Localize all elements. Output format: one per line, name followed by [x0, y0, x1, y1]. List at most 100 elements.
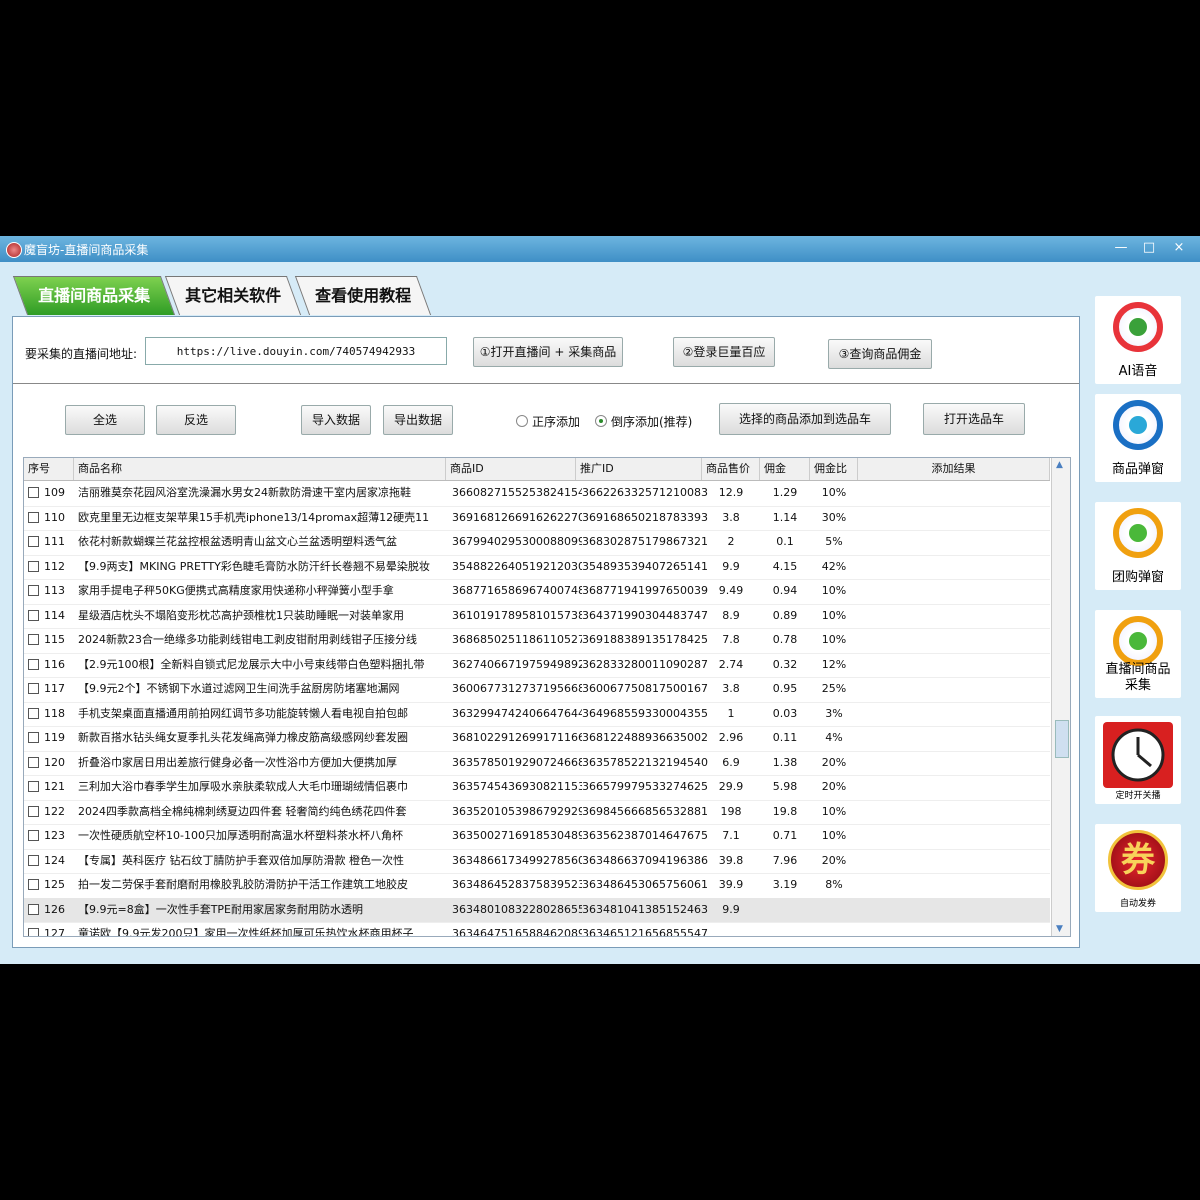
table-row[interactable]: 109 洁丽雅莫奈花园风浴室洗澡漏水男女24新款防滑速干室内居家凉拖鞋 366082… — [24, 481, 1050, 507]
close-button[interactable]: × — [1168, 238, 1190, 258]
table-row[interactable]: 111 依花村新款蝴蝶兰花盆控根盆透明青山盆文心兰盆透明塑料透气盆 36799402… — [24, 530, 1050, 556]
side-app-ai-voice[interactable]: AI语音 — [1095, 296, 1181, 384]
vertical-scrollbar[interactable]: ▲ ▼ — [1051, 458, 1070, 936]
cell-commission: 4.15 — [772, 559, 798, 573]
login-baiying-button[interactable]: ②登录巨量百应 — [673, 337, 775, 367]
row-checkbox[interactable] — [28, 634, 39, 645]
side-app-live-collect[interactable]: 直播间商品采集 — [1095, 610, 1181, 698]
cell-price: 7.1 — [722, 829, 740, 842]
cell-index: 119 — [44, 731, 65, 744]
side-app-clock[interactable]: 定时开关播 — [1095, 716, 1181, 804]
row-checkbox[interactable] — [28, 658, 39, 670]
scroll-up-icon[interactable]: ▲ — [1056, 460, 1066, 470]
row-checkbox[interactable] — [28, 707, 39, 719]
header-cell-index[interactable]: 序号 — [24, 458, 74, 480]
row-checkbox[interactable] — [28, 903, 39, 915]
row-checkbox[interactable] — [28, 756, 39, 768]
row-checkbox[interactable] — [28, 560, 39, 572]
table-row[interactable]: 127 童诺欧【9.9元发200只】家用一次性纸杯加厚可乐热饮水杯商用杯子 3634… — [24, 922, 1050, 937]
cell-promo-id: 3681224889366350020 — [582, 731, 708, 744]
header-cell-commission[interactable]: 佣金 — [760, 458, 810, 480]
url-input[interactable]: https://live.douyin.com/740574942933 — [145, 337, 447, 365]
query-commission-button[interactable]: ③查询商品佣金 — [828, 339, 932, 369]
table-row[interactable]: 112 【9.9两支】MKING PRETTY彩色睫毛膏防水防汗纤长卷翘不易晕染脱… — [24, 555, 1050, 580]
tab-tutorial[interactable]: 查看使用教程 — [294, 276, 432, 315]
header-cell-result[interactable]: 添加结果 — [858, 458, 1050, 480]
header-cell-commission-rate[interactable]: 佣金比 — [810, 458, 858, 480]
header-cell-name[interactable]: 商品名称 — [74, 458, 446, 480]
header-cell-promo-id[interactable]: 推广ID — [576, 458, 702, 480]
table-row[interactable]: 117 【9.9元2个】不锈钢下水道过滤网卫生间洗手盆厨房防堵塞地漏网 360067… — [24, 677, 1050, 703]
table-row[interactable]: 115 2024新款23合一绝缘多功能剥线钳电工剥皮钳耐用剥线钳子压接分线 3686… — [24, 628, 1050, 654]
row-checkbox[interactable] — [28, 732, 39, 743]
row-checkbox[interactable] — [28, 928, 39, 936]
cell-product-id: 3687716586967400748 — [452, 584, 582, 597]
cell-index: 110 — [44, 510, 65, 524]
row-checkbox[interactable] — [28, 805, 39, 817]
table-row[interactable]: 122 2024四季款高档全棉纯棉刺绣夏边四件套 轻奢简约纯色绣花四件套 36352… — [24, 800, 1050, 825]
cell-product-id: 3632994742406647644 — [452, 706, 582, 720]
row-checkbox[interactable] — [28, 854, 39, 866]
cell-commission-rate — [810, 898, 858, 922]
row-checkbox[interactable] — [28, 781, 39, 792]
table-row[interactable]: 123 一次性硬质航空杯10-100只加厚透明耐高温水杯塑料茶水杯八角杯 36350… — [24, 824, 1050, 850]
row-checkbox[interactable] — [28, 830, 39, 841]
table-row[interactable]: 110 欧克里里无边框支架苹果15手机壳iphone13/14promax超薄12… — [24, 506, 1050, 531]
cell-product-id: 3627406671975949892 — [452, 657, 582, 671]
cell-product-id: 3635002716918530489 — [452, 829, 582, 842]
side-app-group-buy[interactable]: 团购弹窗 — [1095, 502, 1181, 590]
table-row[interactable]: 119 新款百搭水钻头绳女夏季扎头花发绳高弹力橡皮筋高级感网纱套发圈 3681022… — [24, 726, 1050, 752]
cell-index: 127 — [44, 927, 65, 937]
cell-name: 星级酒店枕头不塌陷变形枕芯高护颈椎枕1只装助睡眠一对装单家用 — [78, 608, 404, 622]
cell-name: 【2.9元100根】全新料自锁式尼龙展示大中小号束线带白色塑料捆扎带 — [78, 657, 425, 671]
cell-name: 童诺欧【9.9元发200只】家用一次性纸杯加厚可乐热饮水杯商用杯子 — [78, 927, 414, 937]
scroll-down-icon[interactable]: ▼ — [1056, 924, 1066, 934]
cell-product-id: 3691681266916262270 — [452, 510, 582, 524]
cell-commission-rate: 5% — [825, 535, 843, 548]
side-app-product-popup[interactable]: 商品弹窗 — [1095, 394, 1181, 482]
open-live-button[interactable]: ①打开直播间 + 采集商品 — [473, 337, 623, 367]
tab-other-software[interactable]: 其它相关软件 — [164, 276, 302, 315]
cell-price: 12.9 — [718, 486, 744, 499]
cell-commission-rate — [810, 922, 858, 936]
row-checkbox[interactable] — [28, 879, 39, 890]
row-checkbox[interactable] — [28, 536, 39, 547]
tab-live-collect[interactable]: 直播间商品采集 — [12, 276, 176, 315]
select-all-button[interactable]: 全选 — [65, 405, 145, 435]
cell-index: 125 — [44, 878, 65, 891]
header-cell-product-id[interactable]: 商品ID — [446, 458, 576, 480]
side-app-label: 商品弹窗 — [1111, 462, 1164, 477]
table-row[interactable]: 120 折叠浴巾家居日用出差旅行健身必备一次性浴巾方便加大便携加厚 36357850… — [24, 751, 1050, 776]
row-checkbox[interactable] — [28, 683, 39, 694]
invert-selection-button[interactable]: 反选 — [156, 405, 236, 435]
cell-name: 【专属】英科医疗 钻石纹丁腈防护手套双倍加厚防滑款 橙色一次性 — [78, 853, 404, 867]
add-to-cart-button[interactable]: 选择的商品添加到选品车 — [719, 403, 891, 435]
cell-commission-rate: 20% — [821, 853, 847, 867]
row-checkbox[interactable] — [28, 487, 39, 498]
table-row[interactable]: 126 【9.9元=8盒】一次性手套TPE耐用家居家务耐用防水透明 36348010… — [24, 897, 1050, 923]
import-data-button[interactable]: 导入数据 — [301, 405, 371, 435]
export-data-button[interactable]: 导出数据 — [383, 405, 453, 435]
table-row[interactable]: 116 【2.9元100根】全新料自锁式尼龙展示大中小号束线带白色塑料捆扎带 362… — [24, 653, 1050, 678]
maximize-button[interactable]: □ — [1138, 238, 1160, 258]
table-row[interactable]: 114 星级酒店枕头不塌陷变形枕芯高护颈椎枕1只装助睡眠一对装单家用 3610191… — [24, 604, 1050, 629]
radio-reverse-order[interactable]: 倒序添加(推荐) — [595, 413, 692, 430]
row-checkbox[interactable] — [28, 609, 39, 621]
icon-accent — [1129, 632, 1147, 650]
radio-forward-order[interactable]: 正序添加 — [516, 413, 580, 430]
scroll-thumb[interactable] — [1055, 720, 1069, 758]
table-row[interactable]: 121 三利加大浴巾春季学生加厚吸水亲肤柔软成人大毛巾珊瑚绒情侣裹巾 3635745… — [24, 775, 1050, 801]
table-row[interactable]: 118 手机支架桌面直播通用前拍网红调节多功能旋转懒人看电视自拍包邮 3632994… — [24, 702, 1050, 727]
cell-price: 8.9 — [722, 608, 740, 622]
table-row[interactable]: 124 【专属】英科医疗 钻石纹丁腈防护手套双倍加厚防滑款 橙色一次性 363486… — [24, 849, 1050, 874]
row-checkbox[interactable] — [28, 511, 39, 523]
cell-name: 手机支架桌面直播通用前拍网红调节多功能旋转懒人看电视自拍包邮 — [78, 706, 408, 720]
row-checkbox[interactable] — [28, 585, 39, 596]
table-row[interactable]: 113 家用手提电子秤50KG便携式高精度家用快递称小秤弹簧小型手拿 3687716… — [24, 579, 1050, 605]
table-row[interactable]: 125 拍一发二劳保手套耐磨耐用橡胶乳胶防滑防护干活工作建筑工地胶皮 3634864… — [24, 873, 1050, 899]
open-cart-button[interactable]: 打开选品车 — [923, 403, 1025, 435]
header-cell-price[interactable]: 商品售价 — [702, 458, 760, 480]
cell-commission-rate: 12% — [821, 657, 847, 671]
side-app-coupon[interactable]: 券自动发券 — [1095, 824, 1181, 912]
minimize-button[interactable]: — — [1110, 238, 1132, 258]
